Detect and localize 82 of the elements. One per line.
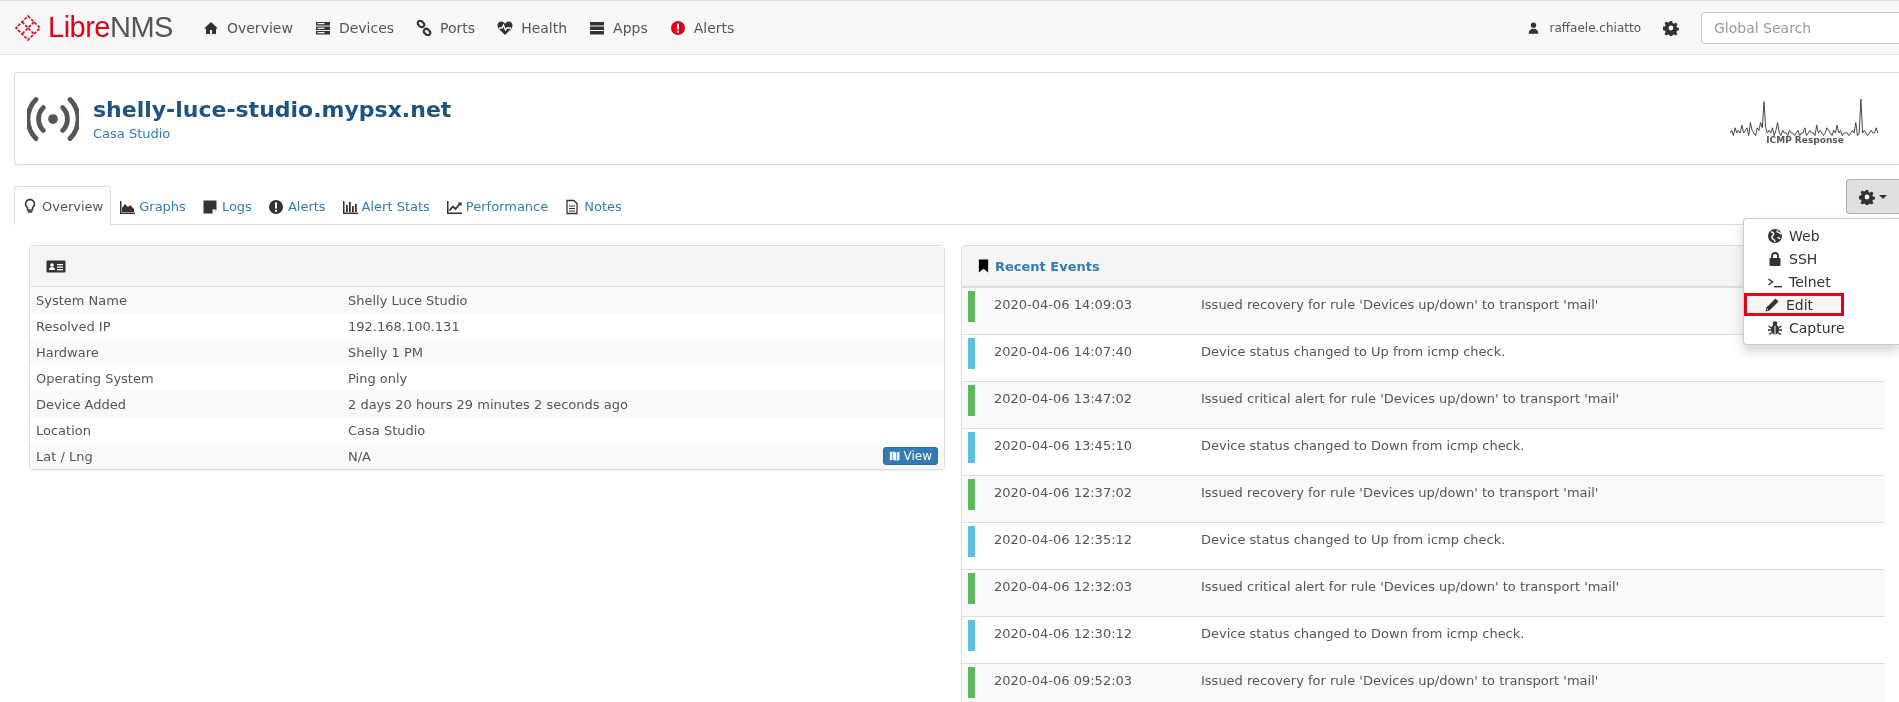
settings-icon — [1663, 19, 1679, 36]
nav-item[interactable]: Health — [497, 19, 568, 36]
exclamation-icon — [267, 198, 284, 215]
field-value: N/A — [348, 448, 371, 464]
tab[interactable]: Graphs — [111, 187, 194, 225]
tab[interactable]: Notes — [556, 187, 630, 225]
device-hostname: shelly-luce-studio.mypsx.net — [93, 96, 452, 122]
pencil-icon — [1764, 296, 1780, 313]
username[interactable]: raffaele.chiatto — [1549, 20, 1641, 35]
event-time: 2020-04-06 14:09:03 — [994, 297, 1133, 312]
field-label: System Name — [36, 292, 127, 308]
document-icon — [564, 198, 581, 215]
field-label: Location — [36, 422, 91, 438]
event-message: Device status changed to Up from icmp check. — [1201, 344, 1506, 359]
event-time: 2020-04-06 12:32:03 — [994, 579, 1133, 594]
menu-item[interactable]: SSH — [1744, 247, 1899, 270]
field-value: Shelly 1 PM — [348, 344, 423, 360]
event-time: 2020-04-06 12:30:12 — [994, 626, 1133, 641]
server-icon — [314, 19, 331, 36]
menu-item[interactable]: Telnet — [1744, 270, 1899, 293]
event-message: Issued critical alert for rule 'Devices up/down' to transport 'mail' — [1201, 391, 1620, 406]
lightbulb-icon — [22, 198, 38, 214]
event-message: Issued recovery for rule 'Devices up/down' to transport 'mail' — [1201, 673, 1599, 688]
map-icon — [888, 450, 901, 462]
list-icon — [589, 19, 606, 36]
logo-text[interactable]: LibreNMS — [48, 11, 173, 44]
event-time: 2020-04-06 09:52:03 — [994, 673, 1133, 688]
user-icon — [1526, 20, 1540, 35]
settings-icon — [1859, 188, 1875, 205]
field-value: Shelly Luce Studio — [348, 292, 468, 308]
tab[interactable]: Alerts — [259, 187, 334, 225]
home-icon — [202, 19, 219, 36]
graph-label: ICMP Response — [1766, 134, 1844, 145]
nav-item[interactable]: Devices — [314, 19, 395, 36]
field-label: Lat / Lng — [36, 448, 93, 464]
menu-item[interactable]: Edit — [1744, 293, 1844, 316]
menu-item[interactable]: Capture — [1744, 316, 1899, 339]
nav-item[interactable]: Apps — [589, 19, 648, 36]
field-value: 192.168.100.131 — [348, 318, 460, 334]
heartbeat-icon — [497, 19, 514, 36]
note-icon — [201, 198, 218, 215]
field-label: Resolved IP — [36, 318, 111, 334]
event-time: 2020-04-06 14:07:40 — [994, 344, 1133, 359]
location-link[interactable]: Casa Studio — [93, 125, 171, 141]
tab[interactable]: Alert Stats — [333, 187, 438, 225]
area-chart-icon — [119, 198, 136, 215]
event-message: Device status changed to Down from icmp check. — [1201, 626, 1525, 641]
bug-icon — [1767, 319, 1783, 336]
field-value: 2 days 20 hours 29 minutes 2 seconds ago — [348, 396, 628, 412]
event-time: 2020-04-06 12:37:02 — [994, 485, 1133, 500]
view-button[interactable]: View — [882, 447, 938, 465]
event-message: Device status changed to Up from icmp check. — [1201, 532, 1506, 547]
event-time: 2020-04-06 13:45:10 — [994, 438, 1133, 453]
event-time: 2020-04-06 12:35:12 — [994, 532, 1133, 547]
line-chart-icon — [445, 198, 462, 215]
search-field[interactable]: Global Search — [1701, 11, 1899, 44]
tab[interactable]: Overview — [14, 186, 112, 225]
nav-item[interactable]: Ports — [416, 19, 476, 36]
exclamation-icon — [669, 19, 686, 36]
panel-title[interactable]: Recent Events — [995, 258, 1100, 274]
bookmark-icon — [977, 258, 990, 274]
globe-icon — [1767, 227, 1783, 244]
event-message: Device status changed to Down from icmp check. — [1201, 438, 1525, 453]
menu-item[interactable]: Web — [1744, 224, 1899, 247]
field-label: Hardware — [36, 344, 99, 360]
event-message: Issued recovery for rule 'Devices up/down' to transport 'mail' — [1201, 297, 1599, 312]
field-value: Ping only — [348, 370, 408, 386]
nav-item[interactable]: Overview — [202, 19, 293, 36]
settings-button[interactable] — [1846, 179, 1899, 214]
field-label: Device Added — [36, 396, 126, 412]
bar-chart-icon — [341, 198, 358, 215]
logo-icon — [14, 13, 42, 42]
event-message: Issued recovery for rule 'Devices up/down' to transport 'mail' — [1201, 485, 1599, 500]
tab[interactable]: Performance — [437, 187, 557, 225]
lock-icon — [1767, 250, 1783, 267]
nav-item[interactable]: Alerts — [669, 19, 735, 36]
link-icon — [416, 19, 433, 36]
tab[interactable]: Logs — [193, 187, 260, 225]
event-message: Issued critical alert for rule 'Devices up/down' to transport 'mail' — [1201, 579, 1620, 594]
field-label: Operating System — [36, 370, 154, 386]
event-time: 2020-04-06 13:47:02 — [994, 391, 1133, 406]
field-value: Casa Studio — [348, 422, 426, 438]
